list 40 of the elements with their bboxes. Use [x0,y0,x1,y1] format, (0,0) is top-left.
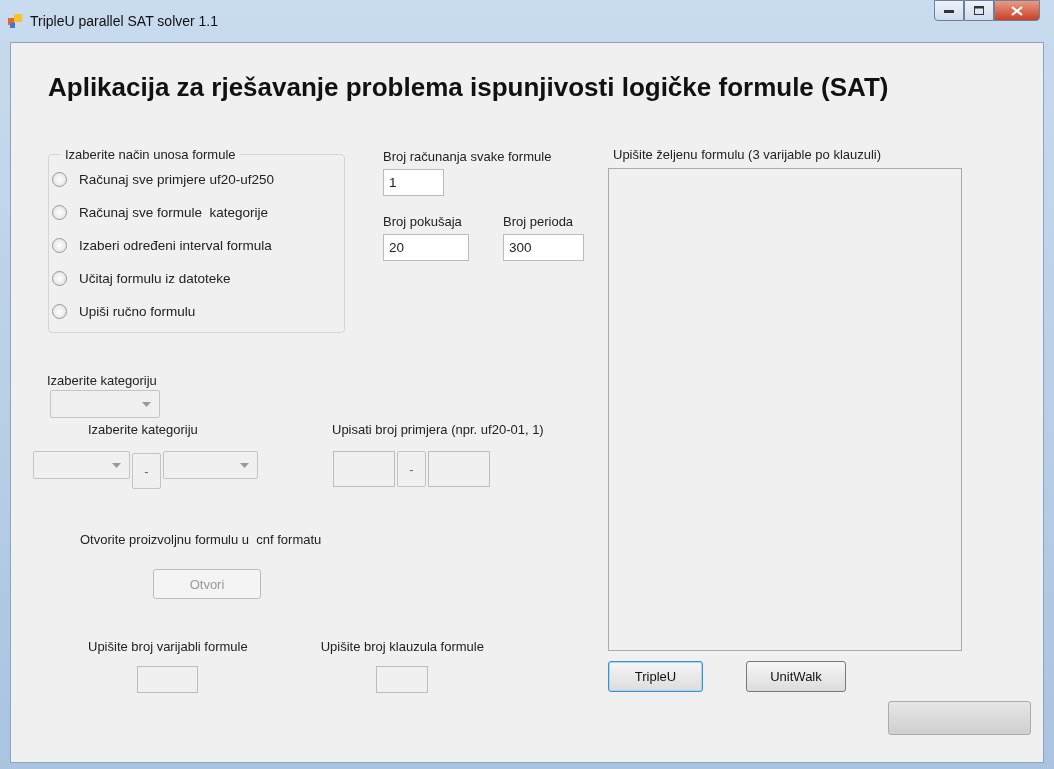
caret-icon [112,463,121,468]
field-label: Upišite broj varijabli formule [88,639,248,654]
caret-icon [142,402,151,407]
input-field[interactable] [428,451,490,487]
window-title: TripleU parallel SAT solver 1.1 [30,13,219,29]
form-heading: Aplikacija za rješavanje problema ispunjivosti logičke formule (SAT) [48,72,890,103]
solver-button[interactable]: UnitWalk [746,661,846,692]
radio-option[interactable]: Računaj sve formule kategorije [53,205,344,220]
close-button[interactable] [994,0,1040,21]
field-label: Upišite broj klauzula formule [320,639,484,654]
solver-button[interactable]: TripleU [608,661,703,692]
field-label: Broj perioda [503,214,575,229]
radio-circle[interactable] [52,304,67,319]
radio-option[interactable]: Izaberi određeni interval formula [53,238,344,253]
category-dropdown[interactable] [163,451,258,479]
input-field[interactable]: 1 [383,169,444,196]
field-label: Broj pokušaja [383,214,463,229]
radio-circle[interactable] [52,238,67,253]
input-field[interactable]: 20 [383,234,469,261]
minimize-button[interactable] [934,0,964,21]
field-label: Izaberite kategoriju [47,373,158,388]
field-label: Otvorite proizvoljnu formulu u cnf formatu [80,532,323,547]
input-field[interactable]: 300 [503,234,584,261]
radio-circle[interactable] [52,205,67,220]
field-label: Broj računanja svake formule [383,149,553,164]
group-legend: Izaberite način unosa formule [61,147,240,162]
field-label: Izaberite kategoriju [88,422,199,437]
radio-circle[interactable] [52,271,67,286]
caret-icon [240,463,249,468]
radio-option[interactable]: Učitaj formulu iz datoteke [53,271,344,286]
field-label: Upisati broj primjera (npr. uf20-01, 1) [332,422,544,437]
app-icon [8,14,22,28]
radio-circle[interactable] [52,172,67,187]
maximize-icon [974,6,984,15]
radio-option[interactable]: Računaj sve primjere uf20-uf250 [53,172,344,187]
maximize-button[interactable] [964,0,994,21]
radio-option[interactable]: Upiši ručno formulu [53,304,344,319]
close-icon [1011,5,1023,16]
field-label: Upišite željenu formulu (3 varijable po klauzuli) [613,147,883,162]
minimize-icon [944,8,954,13]
